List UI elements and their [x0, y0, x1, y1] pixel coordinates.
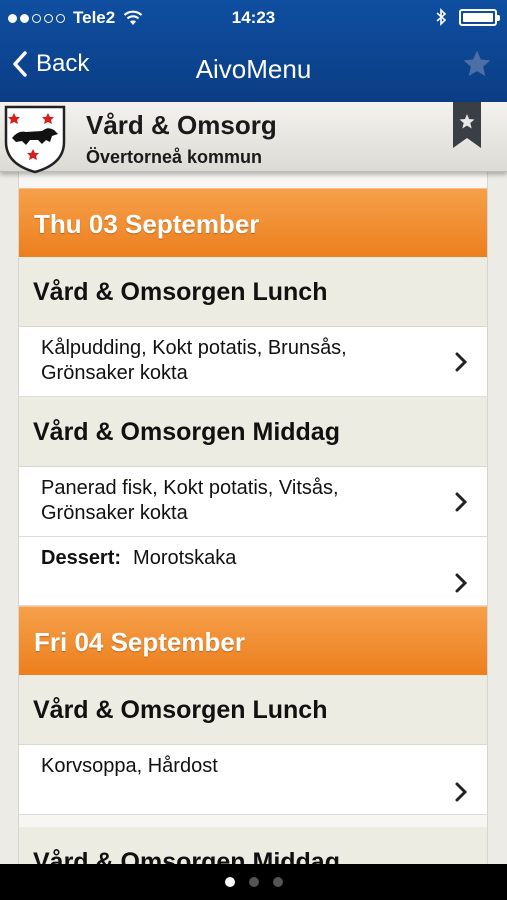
menu-item[interactable]: Dessert: Morotskaka — [19, 537, 487, 606]
chevron-right-icon — [455, 492, 467, 511]
menu-item-line: Grönsaker kokta — [41, 502, 188, 524]
venue-header: Vård & Omsorg Övertorneå kommun — [0, 102, 507, 174]
list-top-spacer — [19, 172, 487, 188]
bluetooth-icon — [436, 8, 447, 26]
bottom-bar — [0, 864, 507, 900]
bookmark-ribbon-button[interactable] — [453, 102, 481, 148]
meal-title: Vård & Omsorgen Middag — [19, 397, 487, 467]
municipality-coat-of-arms-icon — [4, 105, 66, 174]
navigation-bar: Back AivoMenu — [0, 36, 507, 102]
menu-item-line: Panerad fisk, Kokt potatis, Vitsås, — [41, 477, 339, 499]
day-header: Thu 03 September — [19, 188, 487, 257]
chevron-right-icon — [455, 573, 467, 593]
top-bar: Tele2 14:23 Back AivoMenu — [0, 0, 507, 102]
day-header: Fri 04 September — [19, 606, 487, 675]
meal-title: Vård & Omsorgen Lunch — [19, 675, 487, 745]
menu-item-line: Grönsaker kokta — [41, 362, 188, 384]
meal-title: Vård & Omsorgen Middag — [19, 827, 487, 864]
menu-item[interactable]: Kålpudding, Kokt potatis, Brunsås, Gröns… — [19, 327, 487, 397]
chevron-right-icon — [455, 782, 467, 801]
status-bar: Tele2 14:23 — [0, 0, 507, 36]
page-indicator[interactable] — [0, 877, 507, 887]
page-title: AivoMenu — [195, 54, 312, 84]
menu-item[interactable]: Korvsoppa, Hårdost — [19, 745, 487, 815]
meal-title: Vård & Omsorgen Lunch — [19, 257, 487, 327]
menu-list[interactable]: Thu 03 September Vård & Omsorgen Lunch K… — [18, 172, 488, 864]
venue-name: Vård & Omsorg — [86, 110, 277, 140]
favorite-star-button[interactable] — [461, 48, 493, 85]
municipality-name: Övertorneå kommun — [86, 147, 263, 167]
menu-item[interactable]: Panerad fisk, Kokt potatis, Vitsås, Grön… — [19, 467, 487, 537]
menu-item-line: Kålpudding, Kokt potatis, Brunsås, — [41, 337, 347, 359]
dessert-label: Dessert: — [41, 547, 122, 569]
list-spacer — [19, 815, 487, 827]
chevron-right-icon — [455, 352, 467, 371]
menu-item-line: Korvsoppa, Hårdost — [41, 755, 218, 777]
battery-icon — [459, 8, 500, 26]
page-dot[interactable] — [272, 877, 283, 887]
status-time: 14:23 — [231, 8, 276, 27]
star-icon — [463, 50, 491, 76]
page-dot[interactable] — [248, 877, 259, 887]
page-dot-active[interactable] — [224, 877, 235, 887]
menu-item-line: Morotskaka — [133, 547, 237, 569]
